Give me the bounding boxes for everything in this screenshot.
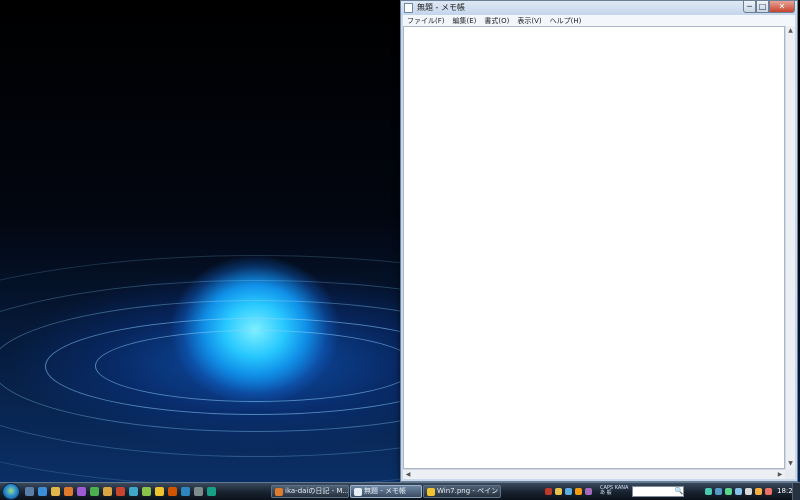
ime-status-line: あ 般 xyxy=(600,490,612,496)
tray-icon[interactable] xyxy=(575,488,582,495)
quicklaunch-show-desktop-icon[interactable] xyxy=(25,487,34,496)
menu-edit[interactable]: 編集(E) xyxy=(449,16,481,26)
quicklaunch-app-icon[interactable] xyxy=(155,487,164,496)
quicklaunch-explorer-icon[interactable] xyxy=(51,487,60,496)
start-button[interactable] xyxy=(2,483,20,500)
tray-icon[interactable] xyxy=(705,488,712,495)
search-icon[interactable]: 🔍 xyxy=(674,486,684,497)
taskbar: ika-daiの日記 - M... 無題 - メモ帳 Win7.png - ペイ… xyxy=(0,482,800,500)
menu-view[interactable]: 表示(V) xyxy=(513,16,545,26)
menu-help[interactable]: ヘルプ(H) xyxy=(546,16,586,26)
text-editor-area[interactable] xyxy=(403,26,785,469)
taskbar-button-notepad[interactable]: 無題 - メモ帳 xyxy=(350,485,422,498)
show-desktop-button[interactable] xyxy=(792,483,800,500)
notepad-icon xyxy=(404,3,413,13)
taskbar-button-label: Win7.png - ペイント xyxy=(437,487,501,495)
quicklaunch-mail-icon[interactable] xyxy=(90,487,99,496)
tray-icon[interactable] xyxy=(555,488,562,495)
tray-icon[interactable] xyxy=(725,488,732,495)
window-title: 無題 - メモ帳 xyxy=(417,3,465,12)
quicklaunch-browser-icon[interactable] xyxy=(38,487,47,496)
quicklaunch-app-icon[interactable] xyxy=(168,487,177,496)
quicklaunch-firefox-icon[interactable] xyxy=(64,487,73,496)
taskbar-button-label: ika-daiの日記 - M... xyxy=(285,487,349,495)
close-button[interactable]: ✕ xyxy=(769,1,795,13)
scroll-up-icon[interactable]: ▲ xyxy=(786,26,795,36)
quicklaunch-app-icon[interactable] xyxy=(142,487,151,496)
notepad-window: 無題 - メモ帳 ─ □ ✕ ファイル(F) 編集(E) 書式(O) 表示(V)… xyxy=(400,0,798,482)
resize-grip[interactable] xyxy=(785,469,795,479)
tray-icon[interactable] xyxy=(565,488,572,495)
quicklaunch-app-icon[interactable] xyxy=(116,487,125,496)
quicklaunch-app-icon[interactable] xyxy=(129,487,138,496)
quicklaunch-media-icon[interactable] xyxy=(77,487,86,496)
network-icon[interactable] xyxy=(735,488,742,495)
tray-icon[interactable] xyxy=(715,488,722,495)
quicklaunch-app-icon[interactable] xyxy=(194,487,203,496)
paint-icon xyxy=(427,488,435,496)
tray-icon[interactable] xyxy=(585,488,592,495)
tray-icon[interactable] xyxy=(755,488,762,495)
minimize-button[interactable]: ─ xyxy=(743,1,756,13)
vertical-scrollbar[interactable]: ▲ ▼ xyxy=(785,26,795,469)
menu-file[interactable]: ファイル(F) xyxy=(403,16,449,26)
scroll-left-icon[interactable]: ◀ xyxy=(403,470,413,479)
scroll-right-icon[interactable]: ▶ xyxy=(775,470,785,479)
quicklaunch-folder-icon[interactable] xyxy=(103,487,112,496)
taskbar-button-paint[interactable]: Win7.png - ペイント xyxy=(423,485,501,498)
scroll-down-icon[interactable]: ▼ xyxy=(786,459,795,469)
taskbar-button-label: 無題 - メモ帳 xyxy=(364,487,406,495)
quicklaunch-app-icon[interactable] xyxy=(207,487,216,496)
maximize-button[interactable]: □ xyxy=(756,1,769,13)
menu-format[interactable]: 書式(O) xyxy=(480,16,513,26)
taskbar-button-firefox[interactable]: ika-daiの日記 - M... xyxy=(271,485,349,498)
title-bar[interactable]: 無題 - メモ帳 xyxy=(401,1,797,15)
horizontal-scrollbar[interactable]: ◀ ▶ xyxy=(403,469,785,479)
firefox-icon xyxy=(275,488,283,496)
ime-status[interactable]: CAPS KANA あ 般 xyxy=(600,486,628,496)
tray-icon[interactable] xyxy=(545,488,552,495)
volume-icon[interactable] xyxy=(745,488,752,495)
tray-icon[interactable] xyxy=(765,488,772,495)
notepad-icon xyxy=(354,488,362,496)
quicklaunch-app-icon[interactable] xyxy=(181,487,190,496)
menu-bar: ファイル(F) 編集(E) 書式(O) 表示(V) ヘルプ(H) xyxy=(403,15,795,26)
